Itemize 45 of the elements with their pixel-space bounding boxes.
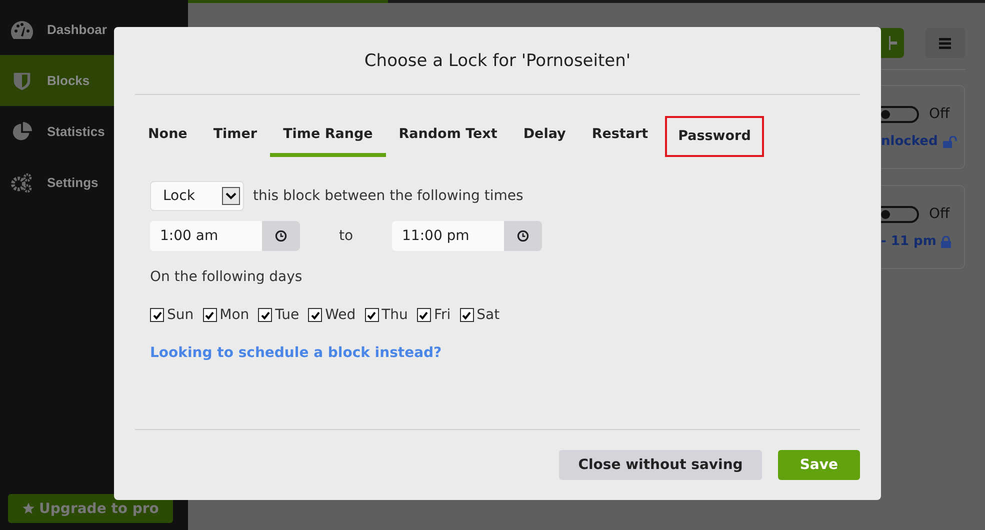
tab[interactable]: Password — [665, 116, 764, 157]
check-icon — [418, 310, 430, 320]
day-checkbox[interactable]: Sun — [150, 307, 194, 323]
add-button[interactable] — [881, 28, 904, 58]
start-time-field[interactable]: 1:00 am — [150, 221, 300, 251]
menu-icon — [939, 38, 951, 48]
days-label: On the following days — [150, 269, 304, 285]
tab[interactable]: Time Range — [270, 116, 386, 157]
mode-description: this block between the following times — [253, 188, 524, 204]
day-checkbox[interactable]: Sat — [460, 307, 500, 323]
day-checkbox[interactable]: Mon — [202, 307, 250, 323]
toggle-state: Off — [929, 206, 950, 222]
check-icon — [204, 310, 216, 320]
clock-icon — [517, 230, 529, 242]
day-checkbox[interactable]: Fri — [416, 307, 451, 323]
to-label: to — [338, 228, 354, 244]
lock-mode-select[interactable]: Lock — [150, 181, 244, 211]
day-checkbox[interactable]: Wed — [308, 307, 356, 323]
chevron-down-icon — [222, 187, 240, 205]
tab[interactable]: Random Text — [386, 116, 510, 157]
plus-icon — [888, 36, 896, 50]
tab[interactable]: Restart — [578, 116, 662, 157]
tab[interactable]: Delay — [510, 116, 579, 157]
menu-button[interactable] — [925, 28, 965, 58]
lock-status: nlocked — [881, 134, 938, 149]
day-checkbox[interactable]: Thu — [364, 307, 408, 323]
dialog-title: Choose a Lock for 'Pornoseiten' — [363, 51, 632, 73]
clock-icon — [275, 230, 287, 242]
lock-status: - 11 pm — [881, 234, 936, 249]
tab[interactable]: None — [135, 116, 200, 157]
check-icon — [366, 310, 378, 320]
sidebar-item[interactable]: Dashboar — [0, 4, 188, 55]
check-icon — [310, 310, 321, 320]
toggle-state: Off — [929, 106, 950, 122]
tab[interactable]: Timer — [200, 116, 270, 157]
gears-icon — [10, 172, 34, 192]
pie-chart-icon — [10, 122, 34, 142]
check-icon — [260, 310, 271, 320]
star-icon — [22, 502, 36, 515]
gauge-icon — [10, 20, 34, 40]
check-icon — [152, 310, 162, 320]
close-button[interactable]: Close without saving — [559, 450, 762, 480]
day-checkbox[interactable]: Tue — [258, 307, 300, 323]
check-icon — [461, 310, 472, 320]
end-time-field[interactable]: 11:00 pm — [392, 221, 542, 251]
